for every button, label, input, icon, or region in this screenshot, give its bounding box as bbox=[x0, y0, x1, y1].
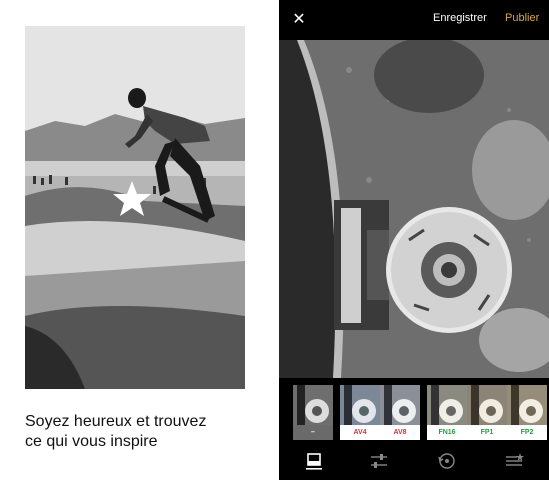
filter-preview bbox=[293, 385, 333, 425]
filter-thumb-none[interactable]: – bbox=[293, 385, 333, 440]
filter-label: AV4 bbox=[340, 425, 380, 440]
promo-skateboard-photo bbox=[25, 26, 245, 389]
filter-label: AV8 bbox=[380, 425, 420, 440]
filter-preview bbox=[467, 385, 507, 425]
photo-editor-screen: ✕ Enregistrer Publier – AV4 AV8 FN16 FP1… bbox=[279, 0, 549, 480]
publish-button[interactable]: Publier bbox=[505, 12, 539, 24]
editor-toolbar bbox=[279, 442, 549, 480]
promo-caption-line1: Soyez heureux et trouvez bbox=[25, 413, 207, 430]
filter-label: FP2 bbox=[507, 425, 547, 440]
filter-strip: – AV4 AV8 FN16 FP1 FP2 bbox=[279, 378, 549, 442]
filter-thumb-fn16[interactable]: FN16 bbox=[427, 385, 467, 440]
filter-label: FP1 bbox=[467, 425, 507, 440]
edited-photo bbox=[279, 40, 549, 378]
crop-frame-icon[interactable] bbox=[303, 451, 325, 471]
filter-thumb-fp2[interactable]: FP2 bbox=[507, 385, 547, 440]
filter-label: FN16 bbox=[427, 425, 467, 440]
promo-caption-line2: ce qui vous inspire bbox=[25, 433, 158, 450]
close-icon[interactable]: ✕ bbox=[291, 10, 307, 30]
filter-preview bbox=[380, 385, 420, 425]
filter-thumb-av8[interactable]: AV8 bbox=[380, 385, 420, 440]
filter-thumb-fp1[interactable]: FP1 bbox=[467, 385, 507, 440]
filter-preview bbox=[340, 385, 380, 425]
filter-preview bbox=[507, 385, 547, 425]
filter-label: – bbox=[293, 425, 333, 440]
history-icon[interactable] bbox=[436, 451, 458, 471]
filter-preview bbox=[427, 385, 467, 425]
recipes-icon[interactable] bbox=[503, 451, 525, 471]
save-button[interactable]: Enregistrer bbox=[433, 12, 487, 24]
filter-thumb-av4[interactable]: AV4 bbox=[340, 385, 380, 440]
editor-top-bar: ✕ Enregistrer Publier bbox=[279, 0, 549, 40]
promo-caption: Soyez heureux et trouvez ce qui vous ins… bbox=[25, 412, 265, 452]
adjust-sliders-icon[interactable] bbox=[368, 451, 390, 471]
